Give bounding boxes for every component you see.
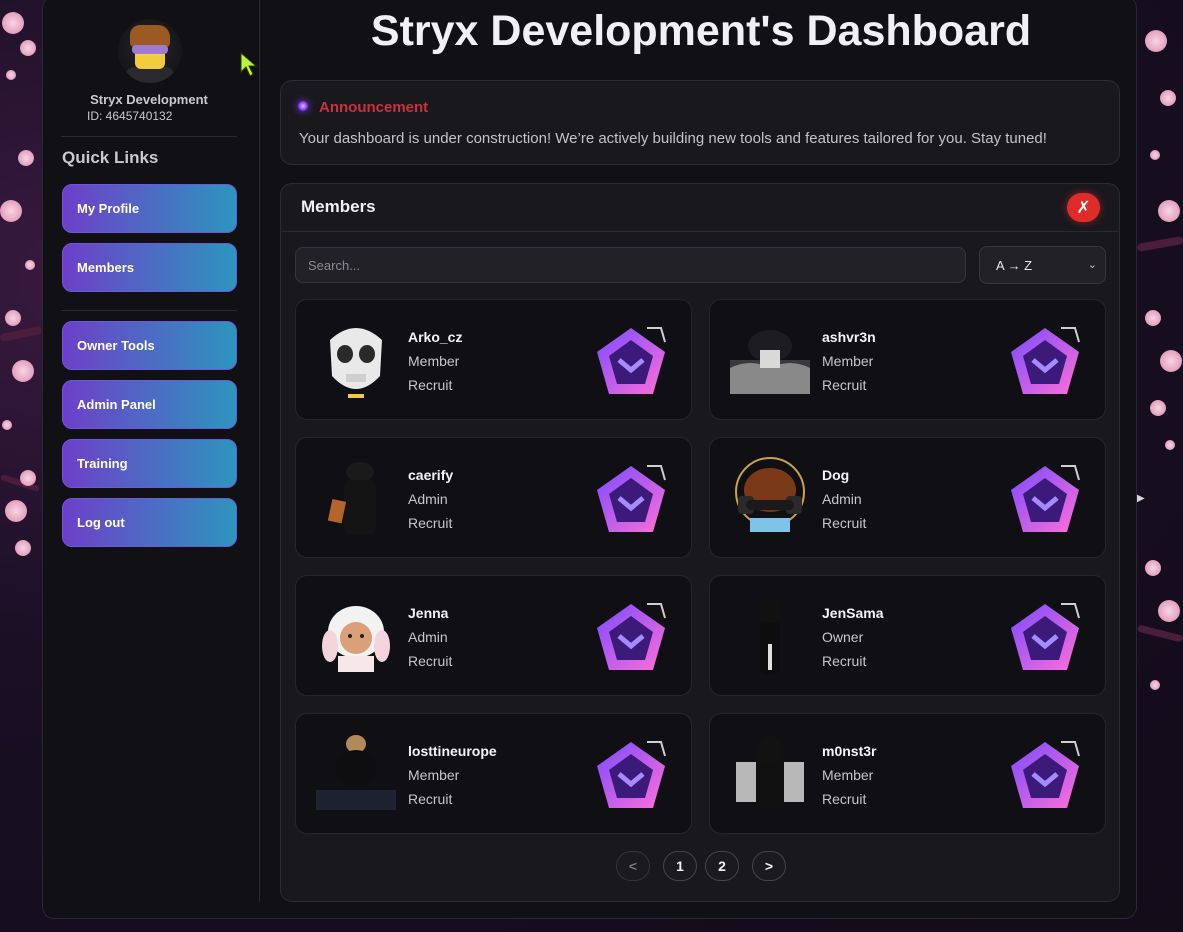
- quick-links-title: Quick Links: [62, 148, 159, 167]
- announcement-text: Your dashboard is under construction! We…: [299, 130, 1047, 147]
- scroll-right-icon[interactable]: ▶: [1137, 493, 1145, 504]
- mouse-cursor-icon: [240, 52, 258, 77]
- member-avatar: [758, 598, 782, 674]
- member-card[interactable]: losttineurope Member Recruit: [295, 713, 692, 834]
- member-role: Admin: [408, 629, 448, 645]
- sort-select[interactable]: A → Z ⌄: [979, 246, 1106, 284]
- my-profile-button[interactable]: My Profile: [62, 184, 237, 233]
- member-role: Member: [408, 353, 460, 369]
- announcement-card: Announcement Your dashboard is under con…: [280, 80, 1120, 165]
- rank-badge-icon: [597, 465, 666, 532]
- member-card[interactable]: m0nst3r Member Recruit: [709, 713, 1106, 834]
- divider: [61, 310, 237, 311]
- divider: [61, 136, 237, 137]
- announcement-title: Announcement: [319, 99, 429, 116]
- members-header: Members ✗: [281, 184, 1119, 232]
- member-card[interactable]: Arko_cz Member Recruit: [295, 299, 692, 420]
- profile-name: Stryx Development: [90, 92, 208, 107]
- members-title: Members: [301, 197, 376, 216]
- rank-badge-icon: [597, 741, 666, 808]
- members-button[interactable]: Members: [62, 243, 237, 292]
- member-card[interactable]: Jenna Admin Recruit: [295, 575, 692, 696]
- admin-panel-button[interactable]: Admin Panel: [62, 380, 237, 429]
- member-name: ashvr3n: [822, 329, 876, 345]
- next-page-button[interactable]: >: [752, 851, 786, 881]
- members-panel: Members ✗ A → Z ⌄ Arko_cz Member Recruit: [280, 183, 1120, 902]
- close-button[interactable]: ✗: [1067, 193, 1100, 222]
- member-avatar: [322, 606, 390, 672]
- page-1-button[interactable]: 1: [663, 851, 697, 881]
- member-role: Member: [408, 767, 460, 783]
- log-out-button[interactable]: Log out: [62, 498, 237, 547]
- member-name: Arko_cz: [408, 329, 463, 345]
- rank-badge-icon: [597, 327, 666, 394]
- training-button[interactable]: Training: [62, 439, 237, 488]
- member-avatar: [327, 462, 376, 534]
- page-title: Stryx Development's Dashboard: [370, 7, 1032, 55]
- owner-tools-button[interactable]: Owner Tools: [62, 321, 237, 370]
- page-2-button[interactable]: 2: [705, 851, 739, 881]
- profile-id: ID: 4645740132: [87, 109, 173, 123]
- member-role: Owner: [822, 629, 864, 645]
- member-rank: Recruit: [822, 515, 867, 531]
- member-role: Member: [822, 767, 874, 783]
- member-role: Admin: [822, 491, 862, 507]
- member-rank: Recruit: [408, 791, 453, 807]
- rank-badge-icon: [1011, 741, 1080, 808]
- profile-avatar[interactable]: [118, 19, 182, 83]
- chevron-down-icon: ⌄: [1087, 259, 1097, 271]
- member-name: Jenna: [408, 605, 449, 621]
- member-rank: Recruit: [408, 653, 453, 669]
- sidebar: Stryx Development ID: 4645740132 Quick L…: [43, 0, 260, 902]
- prev-page-button[interactable]: <: [616, 851, 650, 881]
- member-card[interactable]: Dog Admin Recruit: [709, 437, 1106, 558]
- member-rank: Recruit: [822, 377, 867, 393]
- member-name: m0nst3r: [822, 743, 877, 759]
- member-name: JenSama: [822, 605, 884, 621]
- member-card[interactable]: JenSama Owner Recruit: [709, 575, 1106, 696]
- rank-badge-icon: [1011, 327, 1080, 394]
- member-name: Dog: [822, 467, 850, 483]
- sort-value: A → Z: [996, 257, 1033, 273]
- member-rank: Recruit: [408, 377, 453, 393]
- member-rank: Recruit: [408, 515, 453, 531]
- member-name: caerify: [408, 467, 454, 483]
- member-card[interactable]: caerify Admin Recruit: [295, 437, 692, 558]
- member-avatar: [316, 735, 396, 810]
- member-role: Member: [822, 353, 874, 369]
- member-card[interactable]: ashvr3n Member Recruit: [709, 299, 1106, 420]
- member-avatar: [730, 330, 810, 394]
- search-input[interactable]: [295, 247, 966, 283]
- member-rank: Recruit: [822, 791, 867, 807]
- rank-badge-icon: [1011, 465, 1080, 532]
- dashboard-window: Stryx Development ID: 4645740132 Quick L…: [42, 0, 1137, 919]
- rank-badge-icon: [597, 603, 666, 670]
- member-avatar: [330, 328, 382, 398]
- announcement-orb-icon: [298, 101, 308, 111]
- member-rank: Recruit: [822, 653, 867, 669]
- member-role: Admin: [408, 491, 448, 507]
- member-avatar: [736, 736, 804, 808]
- rank-badge-icon: [1011, 603, 1080, 670]
- member-name: losttineurope: [408, 743, 497, 759]
- member-avatar: [735, 457, 805, 532]
